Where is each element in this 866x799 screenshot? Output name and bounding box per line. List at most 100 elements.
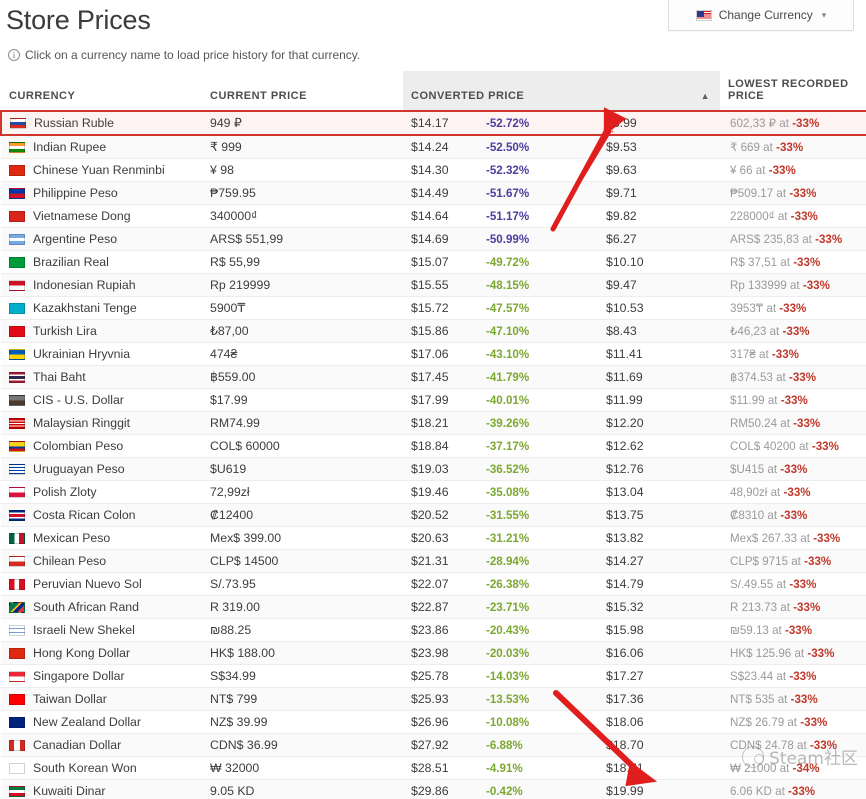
table-row[interactable]: South Korean Won ₩ 32000 $28.51 -4.91% $18.7…: [1, 756, 866, 780]
currency-name-link[interactable]: Philippine Peso: [33, 186, 118, 200]
table-row[interactable]: Thai Baht ฿559.00 $17.45 -41.79% $11.69 ฿374.…: [1, 365, 866, 389]
cell-currency[interactable]: Singapore Dollar: [1, 664, 202, 688]
table-row[interactable]: New Zealand Dollar NZ$ 39.99 $26.96 -10.08%…: [1, 710, 866, 734]
table-row[interactable]: Taiwan Dollar NT$ 799 $25.93 -13.53% $17.36 N…: [1, 687, 866, 711]
cell-currency[interactable]: Chilean Peso: [1, 549, 202, 573]
currency-name-link[interactable]: New Zealand Dollar: [33, 715, 141, 729]
column-header-converted-price[interactable]: CONVERTED PRICE: [403, 71, 598, 112]
table-row[interactable]: Kazakhstani Tenge 5900₸ $15.72 -47.57% $10.5…: [1, 296, 866, 320]
cell-currency[interactable]: Russian Ruble: [0, 110, 202, 136]
table-row[interactable]: Uruguayan Peso $U619 $19.03 -36.52% $12.76 $U…: [1, 457, 866, 481]
cell-currency[interactable]: South Korean Won: [1, 756, 202, 780]
currency-name-link[interactable]: Argentine Peso: [33, 232, 117, 246]
currency-name-link[interactable]: Canadian Dollar: [33, 738, 121, 752]
table-row[interactable]: Israeli New Shekel ₪88.25 $23.86 -20.43% $15…: [1, 618, 866, 642]
currency-name-link[interactable]: Chilean Peso: [33, 554, 106, 568]
currency-name-link[interactable]: Taiwan Dollar: [33, 692, 107, 706]
currency-name-link[interactable]: Vietnamese Dong: [33, 209, 131, 223]
cell-currency[interactable]: Kuwaiti Dinar: [1, 779, 202, 799]
cell-currency[interactable]: Uruguayan Peso: [1, 457, 202, 481]
cell-currency[interactable]: Israeli New Shekel: [1, 618, 202, 642]
cell-lowest-price: $9.53: [598, 135, 720, 159]
currency-name-link[interactable]: Costa Rican Colon: [33, 508, 136, 522]
table-row[interactable]: Singapore Dollar S$34.99 $25.78 -14.03% $17.…: [1, 664, 866, 688]
table-row[interactable]: Ukrainian Hryvnia 474₴ $17.06 -43.10% $11.41…: [1, 342, 866, 366]
currency-history-notice: i Click on a currency name to load price…: [0, 40, 866, 71]
cell-currency[interactable]: Vietnamese Dong: [1, 204, 202, 228]
table-row[interactable]: Hong Kong Dollar HK$ 188.00 $23.98 -20.03% $…: [1, 641, 866, 665]
currency-name-link[interactable]: Ukrainian Hryvnia: [33, 347, 130, 361]
currency-name-link[interactable]: Russian Ruble: [34, 116, 114, 130]
cell-currency[interactable]: Polish Zloty: [1, 480, 202, 504]
lowest-recorded-amount: Mex$ 267.33: [730, 531, 798, 545]
change-currency-button[interactable]: Change Currency ▾: [668, 0, 854, 31]
currency-name-link[interactable]: Israeli New Shekel: [33, 623, 135, 637]
cell-currency[interactable]: CIS - U.S. Dollar: [1, 388, 202, 412]
cell-currency[interactable]: Mexican Peso: [1, 526, 202, 550]
currency-name-link[interactable]: Singapore Dollar: [33, 669, 125, 683]
cell-currency[interactable]: Indian Rupee: [1, 135, 202, 159]
table-row[interactable]: Canadian Dollar CDN$ 36.99 $27.92 -6.88% $18…: [1, 733, 866, 757]
currency-name-link[interactable]: South Korean Won: [33, 761, 137, 775]
cell-currency[interactable]: Costa Rican Colon: [1, 503, 202, 527]
table-row[interactable]: Colombian Peso COL$ 60000 $18.84 -37.17% $12…: [1, 434, 866, 458]
cell-currency[interactable]: Canadian Dollar: [1, 733, 202, 757]
cell-currency[interactable]: New Zealand Dollar: [1, 710, 202, 734]
cell-currency[interactable]: Colombian Peso: [1, 434, 202, 458]
cell-currency[interactable]: Chinese Yuan Renminbi: [1, 158, 202, 182]
currency-name-link[interactable]: Colombian Peso: [33, 439, 123, 453]
table-row[interactable]: Chinese Yuan Renminbi ¥ 98 $14.30 -52.32% $9…: [1, 158, 866, 182]
table-row[interactable]: Peruvian Nuevo Sol S/.73.95 $22.07 -26.38% $…: [1, 572, 866, 596]
cell-currency[interactable]: Thai Baht: [1, 365, 202, 389]
table-row[interactable]: South African Rand R 319.00 $22.87 -23.71% $…: [1, 595, 866, 619]
table-row[interactable]: Polish Zloty 72,99zł $19.46 -35.08% $13.04 48…: [1, 480, 866, 504]
table-row[interactable]: CIS - U.S. Dollar $17.99 $17.99 -40.01% $11.…: [1, 388, 866, 412]
table-row[interactable]: Malaysian Ringgit RM74.99 $18.21 -39.26% $12…: [1, 411, 866, 435]
column-header-current-price[interactable]: CURRENT PRICE: [202, 71, 403, 112]
currency-name-link[interactable]: Indian Rupee: [33, 140, 106, 154]
table-row[interactable]: Argentine Peso ARS$ 551,99 $14.69 -50.99% $6…: [1, 227, 866, 251]
cell-currency[interactable]: Turkish Lira: [1, 319, 202, 343]
currency-name-link[interactable]: Brazilian Real: [33, 255, 109, 269]
currency-name-link[interactable]: Kazakhstani Tenge: [33, 301, 137, 315]
cell-currency[interactable]: Malaysian Ringgit: [1, 411, 202, 435]
currency-name-link[interactable]: Thai Baht: [33, 370, 86, 384]
lowest-recorded-amount: ₩ 21000: [730, 761, 777, 775]
table-row[interactable]: Philippine Peso ₱759.95 $14.49 -51.67% $9.71…: [1, 181, 866, 205]
column-header-currency[interactable]: CURRENCY: [1, 71, 202, 112]
cell-currency[interactable]: Hong Kong Dollar: [1, 641, 202, 665]
table-row[interactable]: Russian Ruble 949 ₽ $14.17 -52.72% $8.99 602,…: [0, 110, 866, 136]
currency-name-link[interactable]: Uruguayan Peso: [33, 462, 125, 476]
cell-currency[interactable]: Peruvian Nuevo Sol: [1, 572, 202, 596]
currency-name-link[interactable]: Chinese Yuan Renminbi: [33, 163, 165, 177]
currency-name-link[interactable]: Malaysian Ringgit: [33, 416, 130, 430]
table-row[interactable]: Indian Rupee ₹ 999 $14.24 -52.50% $9.53 ₹ 669…: [1, 135, 866, 159]
table-row[interactable]: Turkish Lira ₺87,00 $15.86 -47.10% $8.43 ₺46,…: [1, 319, 866, 343]
cell-currency[interactable]: South African Rand: [1, 595, 202, 619]
table-row[interactable]: Mexican Peso Mex$ 399.00 $20.63 -31.21% $13.…: [1, 526, 866, 550]
currency-name-link[interactable]: South African Rand: [33, 600, 139, 614]
currency-name-link[interactable]: Kuwaiti Dinar: [33, 784, 105, 798]
cell-currency[interactable]: Brazilian Real: [1, 250, 202, 274]
cell-currency[interactable]: Indonesian Rupiah: [1, 273, 202, 297]
cell-currency[interactable]: Ukrainian Hryvnia: [1, 342, 202, 366]
table-row[interactable]: Vietnamese Dong 340000₫ $14.64 -51.17% $9.82…: [1, 204, 866, 228]
column-header-lowest-recorded-price[interactable]: LOWEST RECORDED PRICE: [720, 71, 866, 112]
cell-currency[interactable]: Philippine Peso: [1, 181, 202, 205]
cell-currency[interactable]: Kazakhstani Tenge: [1, 296, 202, 320]
currency-name-link[interactable]: Peruvian Nuevo Sol: [33, 577, 142, 591]
currency-name-link[interactable]: CIS - U.S. Dollar: [33, 393, 124, 407]
currency-name-link[interactable]: Turkish Lira: [33, 324, 97, 338]
currency-name-link[interactable]: Polish Zloty: [33, 485, 97, 499]
currency-name-link[interactable]: Indonesian Rupiah: [33, 278, 136, 292]
cell-currency[interactable]: Argentine Peso: [1, 227, 202, 251]
cell-currency[interactable]: Taiwan Dollar: [1, 687, 202, 711]
table-row[interactable]: Indonesian Rupiah Rp 219999 $15.55 -48.15% $…: [1, 273, 866, 297]
table-row[interactable]: Chilean Peso CLP$ 14500 $21.31 -28.94% $14.2…: [1, 549, 866, 573]
table-row[interactable]: Brazilian Real R$ 55,99 $15.07 -49.72% $10.1…: [1, 250, 866, 274]
currency-name-link[interactable]: Hong Kong Dollar: [33, 646, 130, 660]
sort-ascending-icon[interactable]: ▲: [598, 71, 720, 112]
table-row[interactable]: Kuwaiti Dinar 9.05 KD $29.86 -0.42% $19.99 6.…: [1, 779, 866, 799]
table-row[interactable]: Costa Rican Colon ₡12400 $20.52 -31.55% $13.…: [1, 503, 866, 527]
currency-name-link[interactable]: Mexican Peso: [33, 531, 110, 545]
